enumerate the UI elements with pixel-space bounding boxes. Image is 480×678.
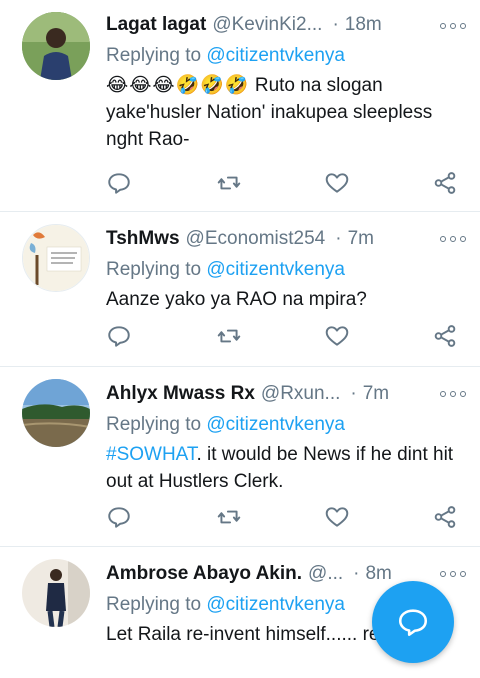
- timestamp: 8m: [365, 563, 392, 584]
- mention-link[interactable]: @citizentvkenya: [206, 45, 345, 66]
- replying-to: Replying to @citizentvkenya: [106, 258, 466, 282]
- compose-reply-button[interactable]: [372, 581, 454, 663]
- more-options-icon[interactable]: [440, 384, 466, 404]
- retweet-icon[interactable]: [216, 323, 244, 351]
- tweet-header: Lagat lagat @KevinKi2... · 18m: [106, 12, 466, 38]
- tweet-header: Ahlyx Mwass Rx @Rxun... · 7m: [106, 381, 466, 407]
- replying-to: Replying to @citizentvkenya: [106, 413, 466, 437]
- compose-reply-icon: [398, 609, 428, 637]
- tweet[interactable]: Ahlyx Mwass Rx @Rxun... · 7m Replying to…: [0, 367, 480, 547]
- more-options-icon[interactable]: [440, 229, 466, 249]
- time-separator: ·: [350, 383, 357, 404]
- reply-icon[interactable]: [106, 504, 134, 532]
- tweet-text: #SOWHAT. it would be News if he dint hit…: [106, 441, 466, 495]
- tweet-text: Let Raila re-invent himself...... real: [106, 621, 410, 648]
- avatar[interactable]: [22, 559, 90, 627]
- replying-to: Replying to @citizentvkenya: [106, 593, 410, 617]
- tweet-body: Aanze yako ya RAO na mpira?: [106, 289, 367, 310]
- time-separator: ·: [353, 563, 360, 584]
- tweet-body: Let Raila re-invent himself...... real: [106, 624, 395, 645]
- share-icon[interactable]: [432, 504, 460, 532]
- display-name[interactable]: Lagat lagat: [106, 14, 206, 36]
- avatar-photo: [22, 559, 90, 627]
- tweet-header: Ambrose Abayo Akin. @... · 8m: [106, 561, 410, 587]
- reply-icon[interactable]: [106, 323, 134, 351]
- timestamp: 18m: [344, 14, 382, 35]
- tweet-text: Aanze yako ya RAO na mpira?: [106, 286, 466, 313]
- time-separator: ·: [335, 228, 342, 249]
- display-name[interactable]: TshMws: [106, 228, 180, 250]
- replying-to-label: Replying to: [106, 594, 202, 615]
- more-options-icon[interactable]: [440, 564, 466, 584]
- retweet-icon[interactable]: [216, 170, 244, 198]
- user-handle[interactable]: @Economist254: [186, 228, 326, 250]
- timestamp: 7m: [362, 383, 390, 404]
- share-icon[interactable]: [432, 170, 460, 198]
- avatar[interactable]: [22, 12, 90, 80]
- user-handle[interactable]: @...: [308, 563, 343, 585]
- mention-link[interactable]: @citizentvkenya: [206, 594, 345, 615]
- share-icon[interactable]: [432, 323, 460, 351]
- tweet-text: 😂😂😂🤣🤣🤣 Ruto na slogan yake'husler Nation…: [106, 72, 466, 153]
- timestamp: 7m: [347, 228, 374, 249]
- time-separator: ·: [332, 14, 339, 35]
- reply-icon[interactable]: [106, 170, 134, 198]
- replying-to-label: Replying to: [106, 414, 202, 435]
- mention-link[interactable]: @citizentvkenya: [206, 414, 345, 435]
- avatar-photo: [22, 12, 90, 80]
- more-options-icon[interactable]: [440, 16, 466, 36]
- replying-to-label: Replying to: [106, 45, 202, 66]
- heart-icon[interactable]: [324, 504, 352, 532]
- display-name[interactable]: Ambrose Abayo Akin.: [106, 563, 302, 585]
- avatar[interactable]: [22, 224, 90, 292]
- user-handle[interactable]: @KevinKi2...: [212, 14, 322, 36]
- display-name[interactable]: Ahlyx Mwass Rx: [106, 383, 255, 405]
- user-handle[interactable]: @Rxun...: [261, 383, 340, 405]
- avatar[interactable]: [22, 379, 90, 447]
- heart-icon[interactable]: [324, 170, 352, 198]
- retweet-icon[interactable]: [216, 504, 244, 532]
- avatar-photo: [23, 225, 89, 291]
- heart-icon[interactable]: [324, 323, 352, 351]
- tweet[interactable]: Lagat lagat @KevinKi2... · 18m Replying …: [0, 0, 480, 212]
- tweet[interactable]: TshMws @Economist254 · 7m Replying to @c…: [0, 212, 480, 367]
- avatar-photo: [22, 379, 90, 447]
- tweet-header: TshMws @Economist254 · 7m: [106, 226, 466, 252]
- mention-link[interactable]: @citizentvkenya: [206, 259, 345, 280]
- replying-to-label: Replying to: [106, 259, 202, 280]
- replying-to: Replying to @citizentvkenya: [106, 44, 466, 68]
- emoji-text: 😂😂😂🤣🤣🤣: [106, 75, 250, 96]
- hashtag-link[interactable]: #SOWHAT: [106, 444, 196, 465]
